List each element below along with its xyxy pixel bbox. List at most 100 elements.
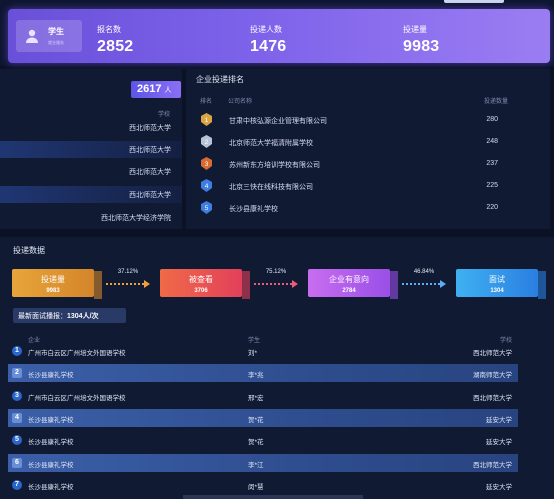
row-company: 长沙县康礼学校	[28, 461, 74, 469]
ranking-company[interactable]: 北京师范大学福清附属学校	[229, 138, 313, 148]
stat-value-deliveries: 9983	[403, 38, 440, 55]
row-student: 闵*慧	[248, 483, 264, 491]
conversion-arrow-line	[106, 283, 144, 285]
funnel-stage-side	[242, 271, 250, 299]
funnel-stage-side	[94, 271, 102, 299]
school-name: 西北师范大学	[129, 125, 171, 132]
rank-medal-icon: 3	[201, 157, 212, 170]
row-school: 延安大学	[486, 416, 512, 424]
arrow-right-icon	[292, 280, 298, 288]
user-role: 学生	[48, 27, 64, 36]
funnel-label: 被查看	[189, 275, 213, 284]
scroll-indicator[interactable]	[183, 495, 363, 499]
row-student: 邢*宏	[248, 394, 264, 402]
ranking-header-count: 投递数量	[484, 99, 509, 105]
dashboard: 学生 就业服务 报名数 2852 投递人数 1476 投递量 9983 2617…	[0, 0, 554, 499]
interview-row[interactable]: 1 广州市白云区广州培文外国语学校 刘* 西北师范大学	[8, 342, 518, 360]
ranking-count: 248	[486, 138, 498, 145]
funnel-stage[interactable]: 企业有意向 2784	[308, 269, 390, 297]
ranking-company[interactable]: 苏州新东方培训学校有限公司	[229, 160, 320, 170]
funnel-stage[interactable]: 被查看 3706	[160, 269, 242, 297]
row-index-badge: 1	[12, 346, 22, 356]
school-row[interactable]: 西北师范大学	[0, 186, 182, 203]
row-index-badge: 6	[12, 457, 22, 468]
row-student: 贺*花	[248, 416, 264, 424]
stats-banner: 学生 就业服务 报名数 2852 投递人数 1476 投递量 9983	[8, 9, 550, 63]
school-name: 西北师范大学经济学院	[101, 215, 171, 222]
stat-label-applicants: 投递人数	[250, 25, 282, 34]
school-name: 西北师范大学	[129, 169, 171, 176]
ranking-count: 280	[486, 116, 498, 123]
stat-value-applicants: 1476	[250, 38, 287, 55]
ranking-title: 企业投递排名	[196, 75, 244, 84]
funnel-stage[interactable]: 投递量 9983	[12, 269, 94, 297]
interview-row[interactable]: 7 长沙县康礼学校 闵*慧 延安大学	[8, 476, 518, 494]
school-count-value: 2617	[137, 83, 162, 95]
interview-row[interactable]: 3 广州市白云区广州培文外国语学校 邢*宏 西北师范大学	[8, 387, 518, 405]
school-column-header: 学校	[157, 112, 170, 118]
latest-label: 最新面试播报：	[18, 313, 67, 320]
rank-number: 2	[205, 139, 209, 146]
stat-label-deliveries: 投递量	[403, 25, 427, 34]
conversion-rate: 46.84%	[413, 269, 435, 275]
school-name: 西北师范大学	[129, 147, 171, 154]
school-row[interactable]: 西北师范大学	[0, 119, 182, 136]
user-role-sub: 就业服务	[48, 40, 64, 45]
ranking-company[interactable]: 北京三快在线科技有限公司	[229, 182, 313, 192]
row-company: 长沙县康礼学校	[28, 483, 74, 491]
funnel-stage-side	[390, 271, 398, 299]
row-company: 长沙县康礼学校	[28, 372, 74, 380]
rank-number: 1	[205, 117, 209, 124]
rank-medal-icon: 2	[201, 135, 212, 148]
school-row[interactable]: 西北师范大学	[0, 141, 182, 158]
row-index-badge: 5	[12, 435, 22, 446]
school-count-unit: 人	[164, 87, 172, 94]
ranking-count: 237	[486, 160, 498, 167]
funnel-stage[interactable]: 面试 1304	[456, 269, 538, 297]
conversion-rate: 37.12%	[117, 269, 139, 275]
row-school: 西北师范大学	[473, 350, 512, 357]
ranking-company[interactable]: 长沙县康礼学校	[229, 204, 278, 214]
row-index-badge: 3	[12, 390, 22, 401]
school-row[interactable]: 西北师范大学	[0, 163, 182, 180]
conversion-arrow-line	[254, 283, 292, 285]
row-company: 广州市白云区广州培文外国语学校	[28, 394, 126, 402]
user-card[interactable]: 学生 就业服务	[16, 20, 82, 52]
rank-medal-icon: 1	[201, 113, 212, 126]
interview-row[interactable]: 6 长沙县康礼学校 李*江 西北师范大学	[8, 453, 518, 472]
arrow-right-icon	[144, 280, 150, 288]
school-row[interactable]: 西北师范大学经济学院	[0, 209, 182, 226]
ranking-header-company: 公司名称	[228, 99, 253, 105]
funnel-value: 2784	[342, 288, 356, 294]
school-name: 西北师范大学	[129, 192, 171, 199]
interview-row[interactable]: 4 长沙县康礼学校 贺*花 延安大学	[8, 408, 518, 427]
funnel-label: 企业有意向	[329, 275, 369, 284]
arrow-right-icon	[440, 280, 446, 288]
row-student: 李*兆	[248, 372, 264, 380]
ranking-count: 225	[486, 182, 498, 189]
interview-row[interactable]: 5 长沙县康礼学校 贺*花 延安大学	[8, 431, 518, 449]
rank-medal-icon: 4	[201, 179, 212, 192]
row-index-badge: 2	[12, 368, 22, 379]
ranking-company[interactable]: 甘肃中核弘源企业管理有限公司	[229, 116, 327, 126]
ranking-header-rank: 排名	[200, 99, 213, 105]
rank-number: 4	[205, 183, 209, 190]
stat-label-signups: 报名数	[97, 25, 121, 34]
row-school: 延安大学	[486, 483, 512, 491]
row-index-badge: 7	[12, 479, 22, 490]
interview-row[interactable]: 2 长沙县康礼学校 李*兆 湖南师范大学	[8, 364, 518, 383]
row-school: 湖南师范大学	[473, 372, 512, 380]
row-student: 刘*	[248, 350, 258, 357]
row-school: 西北师范大学	[473, 394, 512, 402]
conversion-arrow-line	[402, 283, 440, 285]
row-student: 李*江	[248, 461, 264, 469]
row-student: 贺*花	[248, 439, 264, 447]
top-edge-button[interactable]	[444, 0, 504, 3]
stat-value-signups: 2852	[97, 38, 134, 55]
funnel-value: 3706	[194, 288, 208, 294]
row-company: 长沙县康礼学校	[28, 439, 74, 447]
latest-value: 1304人/次	[67, 313, 99, 320]
ranking-count: 220	[486, 204, 498, 211]
row-school: 延安大学	[486, 439, 512, 447]
rank-medal-icon: 5	[201, 201, 212, 214]
